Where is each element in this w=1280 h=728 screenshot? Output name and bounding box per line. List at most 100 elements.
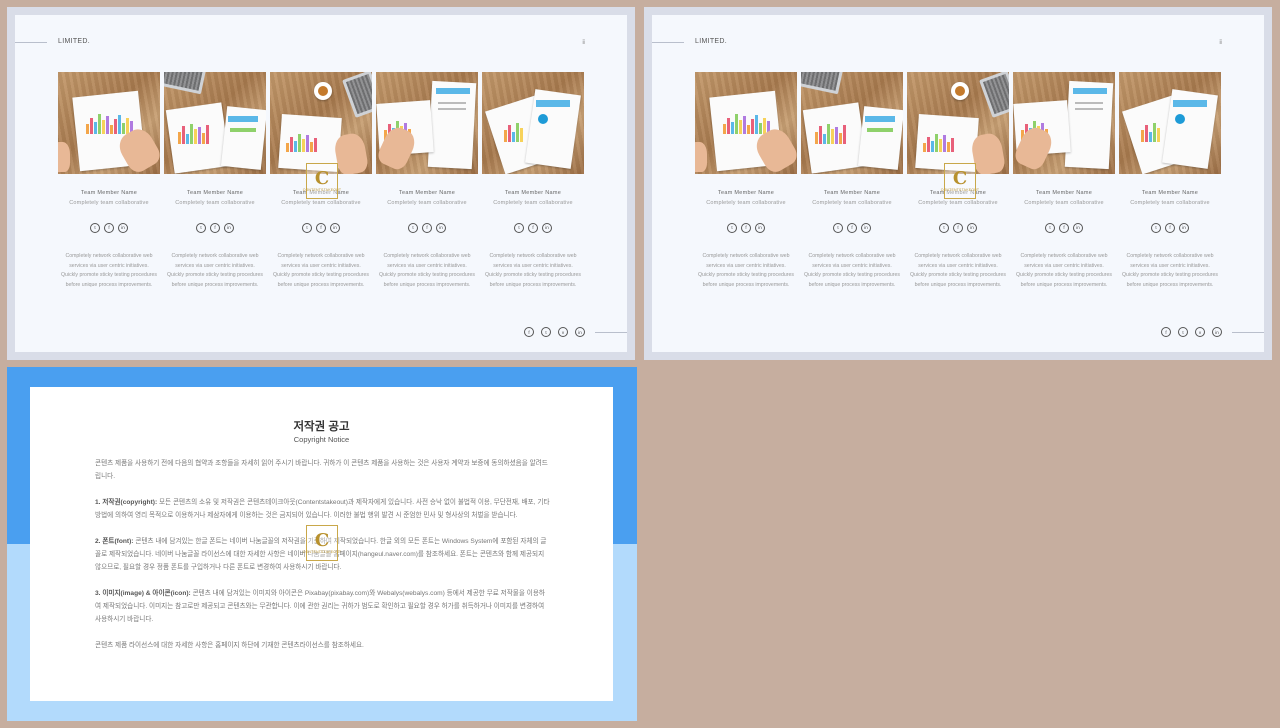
facebook-icon[interactable]: f [847,223,857,233]
watermark-logo: C CONTENTSTAKEOUT [941,163,979,199]
brand-divider [15,42,47,43]
team-member-photo [695,72,797,174]
watermark-letter: C [952,168,968,189]
team-member-description: Completely network collaborative web ser… [485,253,582,288]
slide-marker: ⅱ [582,40,585,46]
facebook-icon[interactable]: f [528,223,538,233]
linkedin-icon[interactable]: in [1073,223,1083,233]
team-member-card: Team Member Name Completely team collabor… [1013,72,1115,290]
member-social-icons: t f in [482,223,584,233]
team-member-photo [376,72,478,174]
twitter-icon[interactable]: t [514,223,524,233]
notice-title: 저작권 공고 [293,421,350,433]
linkedin-icon[interactable]: in [861,223,871,233]
team-member-name: Team Member Name [1035,190,1093,196]
facebook-icon[interactable]: f [422,223,432,233]
facebook-icon[interactable]: f [316,223,326,233]
team-member-role: Completely team collaborative [918,200,998,206]
facebook-icon[interactable]: f [210,223,220,233]
member-social-icons: t f in [270,223,372,233]
team-member-role: Completely team collaborative [706,200,786,206]
facebook-icon[interactable]: f [741,223,751,233]
watermark-letter: C [314,168,330,189]
member-social-icons: t f in [1119,223,1221,233]
team-member-photo [482,72,584,174]
notice-section-copyright: 1. 저작권(copyright): 모든 콘텐츠의 소유 및 저작권은 콘텐츠… [95,496,551,522]
twitter-icon[interactable]: t [833,223,843,233]
watermark-letter: C [314,530,330,551]
team-member-description: Completely network collaborative web ser… [1122,253,1219,288]
notice-subtitle: Copyright Notice [293,435,350,444]
facebook-icon[interactable]: f [524,327,534,337]
team-member-photo [164,72,266,174]
linkedin-icon[interactable]: in [330,223,340,233]
twitter-icon[interactable]: t [408,223,418,233]
team-member-description: Completely network collaborative web ser… [61,253,158,288]
copyright-notice-card: 저작권 공고 Copyright Notice 콘텐츠 제품을 사용하기 전에 … [30,387,613,701]
slide-thumbnail-1[interactable]: LIMITED. ⅱ Team Member Name Completely te… [7,7,635,360]
twitter-icon[interactable]: t [541,327,551,337]
twitter-icon[interactable]: t [1178,327,1188,337]
team-member-photo [58,72,160,174]
facebook-icon[interactable]: f [104,223,114,233]
twitter-icon[interactable]: t [90,223,100,233]
team-member-description: Completely network collaborative web ser… [167,253,264,288]
watermark-logo: C CONTENTSTAKEOUT [303,525,341,561]
twitter-icon[interactable]: t [1045,223,1055,233]
watermark-logo: C CONTENTSTAKEOUT [303,163,341,199]
team-member-photo [907,72,1009,174]
team-member-name: Team Member Name [80,190,138,196]
linkedin-icon[interactable]: in [224,223,234,233]
member-social-icons: t f in [907,223,1009,233]
linkedin-icon[interactable]: in [967,223,977,233]
team-member-role: Completely team collaborative [1024,200,1104,206]
facebook-icon[interactable]: f [1161,327,1171,337]
linkedin-icon[interactable]: in [118,223,128,233]
vimeo-icon[interactable]: v [558,327,568,337]
team-member-description: Completely network collaborative web ser… [698,253,795,288]
facebook-icon[interactable]: f [1059,223,1069,233]
twitter-icon[interactable]: t [196,223,206,233]
bottom-divider [595,332,627,333]
team-member-description: Completely network collaborative web ser… [273,253,370,288]
vimeo-icon[interactable]: v [1195,327,1205,337]
team-member-description: Completely network collaborative web ser… [910,253,1007,288]
member-social-icons: t f in [376,223,478,233]
team-member-role: Completely team collaborative [175,200,255,206]
twitter-icon[interactable]: t [302,223,312,233]
linkedin-icon[interactable]: in [436,223,446,233]
section-text: 모든 콘텐츠의 소유 및 저작권은 콘텐츠테이크아웃(Contentstakeo… [95,499,550,519]
linkedin-icon[interactable]: in [755,223,765,233]
team-member-card: Team Member Name Completely team collabor… [376,72,478,290]
team-member-name: Team Member Name [186,190,244,196]
team-member-photo [1013,72,1115,174]
twitter-icon[interactable]: t [939,223,949,233]
brand-label: LIMITED. [695,38,727,45]
watermark-text: CONTENTSTAKEOUT [302,188,342,192]
team-member-name: Team Member Name [717,190,775,196]
section-heading: 1. 저작권(copyright): [95,499,158,506]
facebook-icon[interactable]: f [953,223,963,233]
twitter-icon[interactable]: t [1151,223,1161,233]
linkedin-icon[interactable]: in [575,327,585,337]
notice-body: 콘텐츠 제품을 사용하기 전에 다음의 협약과 조항들을 자세히 읽어 주시기 … [95,457,551,665]
linkedin-icon[interactable]: in [542,223,552,233]
notice-outro: 콘텐츠 제품 라이선스에 대한 자세한 사항은 홈페이지 하단에 기재한 콘텐츠… [95,642,364,649]
team-member-card: Team Member Name Completely team collabor… [801,72,903,290]
linkedin-icon[interactable]: in [1179,223,1189,233]
section-heading: 2. 폰트(font): [95,538,134,545]
member-social-icons: t f in [164,223,266,233]
slide-thumbnail-2[interactable]: LIMITED. ⅱ Team Member Name Completely te… [644,7,1272,360]
slide-thumbnail-3[interactable]: 저작권 공고 Copyright Notice 콘텐츠 제품을 사용하기 전에 … [7,367,637,721]
team-member-card: Team Member Name Completely team collabor… [482,72,584,290]
team-member-role: Completely team collaborative [69,200,149,206]
facebook-icon[interactable]: f [1165,223,1175,233]
bottom-social-icons: f t v in [1161,327,1222,337]
twitter-icon[interactable]: t [727,223,737,233]
member-social-icons: t f in [1013,223,1115,233]
team-member-description: Completely network collaborative web ser… [379,253,476,288]
team-member-card: Team Member Name Completely team collabor… [695,72,797,290]
linkedin-icon[interactable]: in [1212,327,1222,337]
watermark-text: CONTENTSTAKEOUT [940,188,980,192]
team-member-description: Completely network collaborative web ser… [804,253,901,288]
